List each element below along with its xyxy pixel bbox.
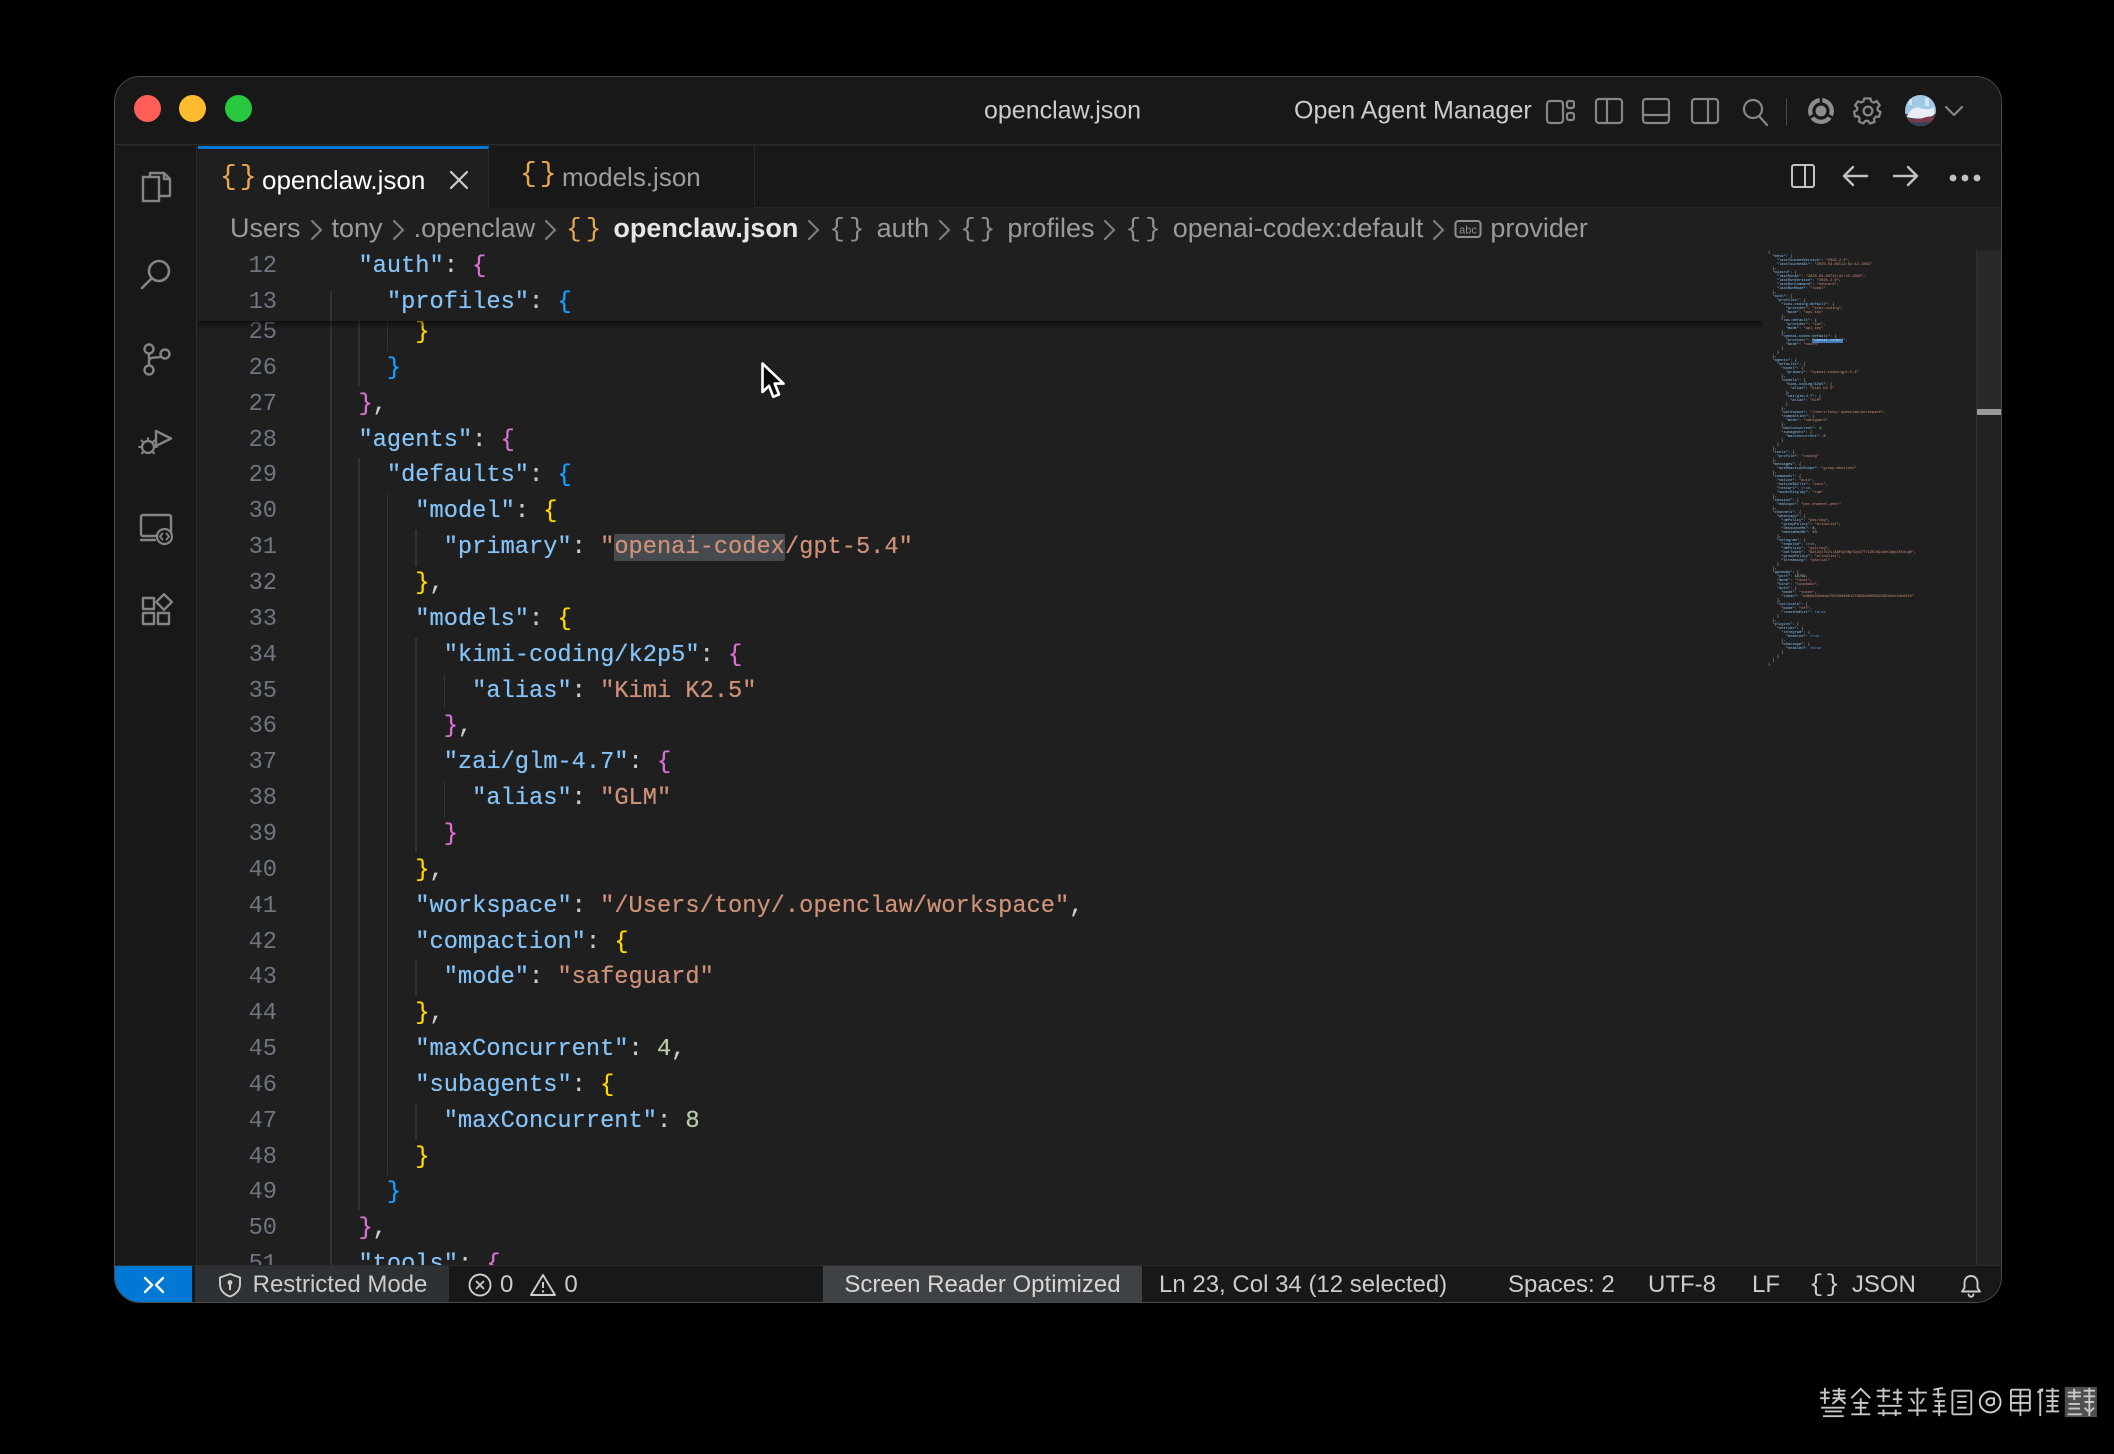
svg-text:abc: abc (1460, 224, 1478, 236)
